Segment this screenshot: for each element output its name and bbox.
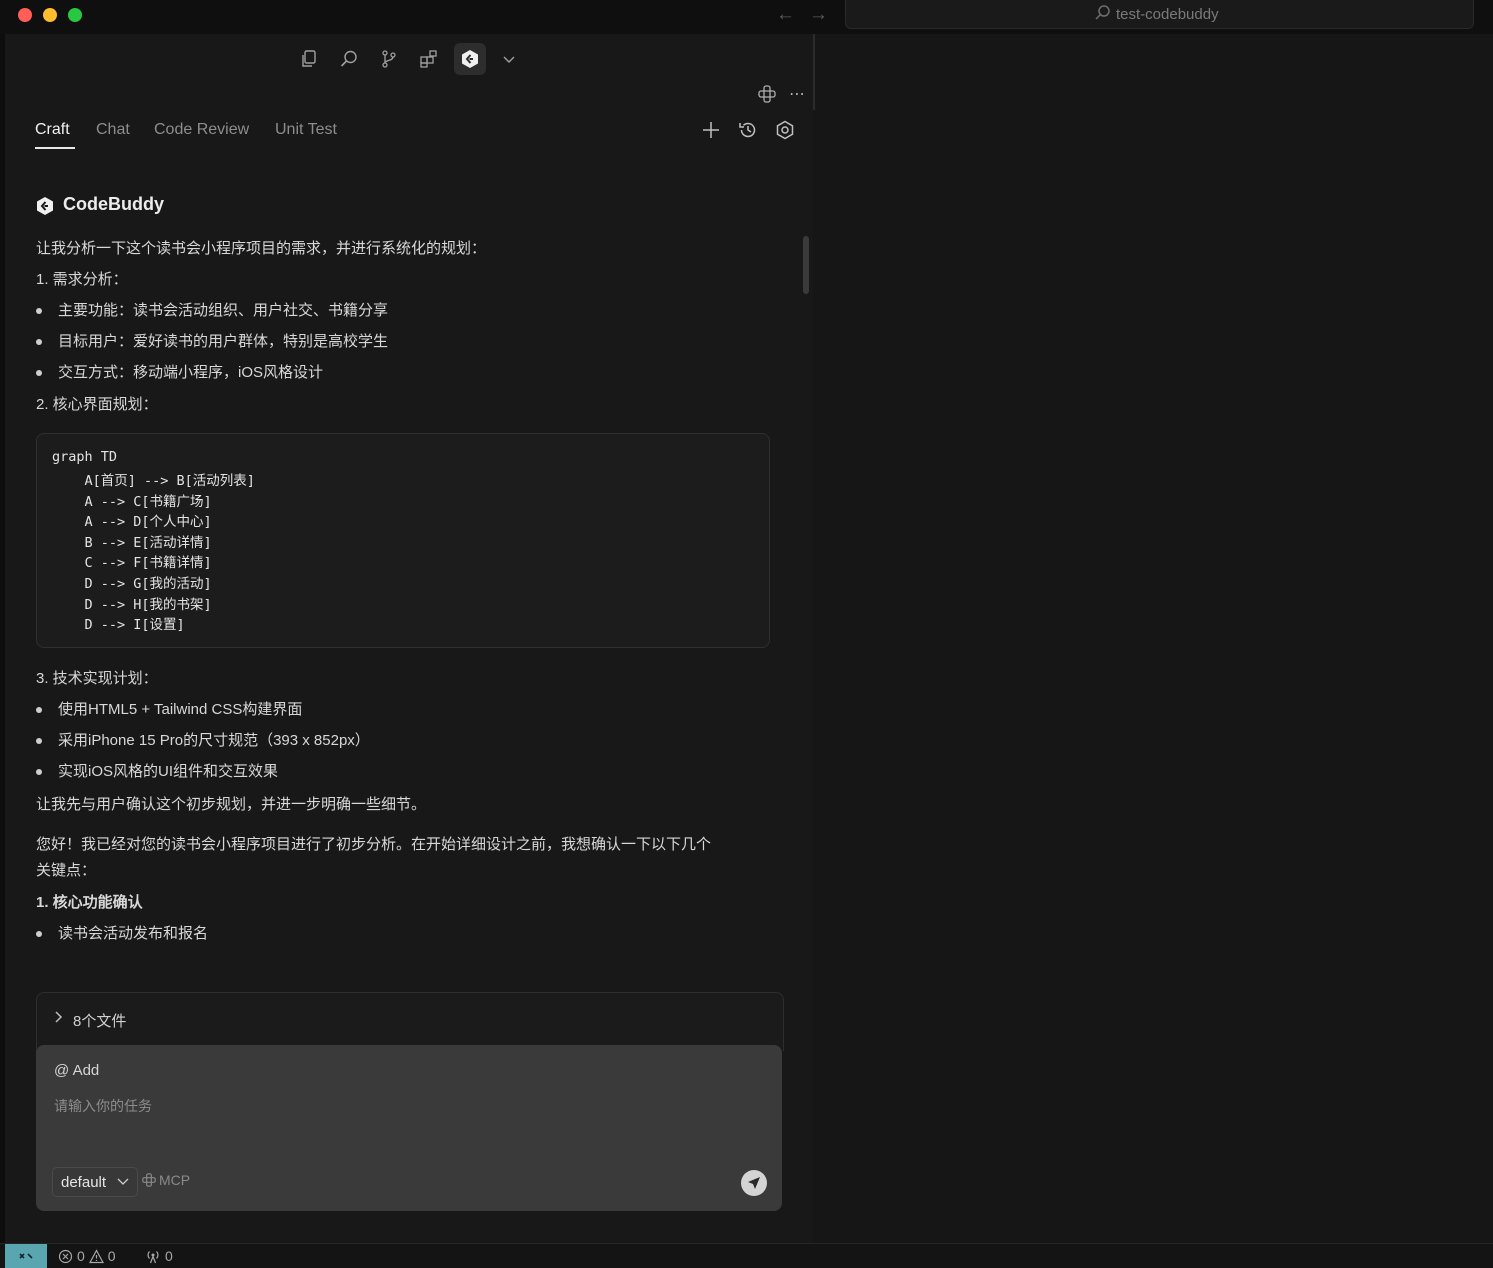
code-line: C --> F[书籍详情]: [52, 555, 212, 571]
section-heading: 1. 需求分析：: [36, 271, 128, 288]
close-window-button[interactable]: [18, 8, 32, 22]
back-arrow-icon[interactable]: ←: [776, 4, 795, 26]
bullet-dot: [36, 769, 42, 775]
ports-indicator[interactable]: 0: [145, 1248, 173, 1264]
mcp-plugin-icon: [142, 1173, 156, 1187]
problems-indicator[interactable]: 0 0: [58, 1248, 116, 1264]
status-bar: 0 0 0: [0, 1243, 1493, 1268]
mcp-plugin-icon[interactable]: [756, 84, 778, 104]
task-input-placeholder[interactable]: 请输入你的任务: [54, 1096, 152, 1116]
search-icon: [1095, 5, 1110, 20]
explorer-icon[interactable]: [294, 44, 324, 74]
extensions-icon[interactable]: [414, 44, 444, 74]
chevron-right-icon: [55, 1011, 63, 1023]
source-control-icon[interactable]: [374, 44, 404, 74]
bullet-dot: [36, 370, 42, 376]
more-options-icon[interactable]: ⋯: [787, 84, 807, 104]
active-tab-indicator: [35, 147, 75, 149]
code-line: B --> E[活动详情]: [52, 535, 212, 551]
chevron-down-icon: [117, 1178, 129, 1185]
warning-count: 0: [107, 1248, 116, 1264]
code-line: graph TD: [52, 449, 118, 465]
bullet-dot: [36, 738, 42, 744]
code-block[interactable]: graph TD A[首页] --> B[活动列表] A --> C[书籍广场]…: [36, 433, 770, 648]
code-line: D --> G[我的活动]: [52, 576, 212, 592]
chevron-down-icon[interactable]: [494, 44, 524, 74]
editor-area: [815, 34, 1493, 1243]
codebuddy-icon[interactable]: [454, 43, 486, 75]
settings-icon[interactable]: [774, 119, 796, 141]
intro-text: 让我分析一下这个读书会小程序项目的需求，并进行系统化的规划：: [36, 240, 487, 257]
scrollbar[interactable]: [803, 236, 809, 294]
code-line: A --> C[书籍广场]: [52, 494, 212, 510]
tab-code-review[interactable]: Code Review: [154, 121, 249, 139]
forward-arrow-icon[interactable]: →: [809, 4, 828, 26]
new-chat-icon[interactable]: [700, 119, 722, 141]
code-line: D --> I[设置]: [52, 617, 185, 633]
title-bar: ← → test-codebuddy: [0, 0, 1493, 34]
list-item: 读书会活动发布和报名: [58, 925, 209, 942]
codebuddy-logo-icon: [37, 197, 53, 215]
assistant-name: CodeBuddy: [63, 194, 164, 214]
error-count: 0: [77, 1248, 85, 1264]
search-icon[interactable]: [334, 44, 364, 74]
bullet-dot: [36, 308, 42, 314]
tab-chat[interactable]: Chat: [96, 121, 130, 139]
bullet-dot: [36, 339, 42, 345]
mcp-button[interactable]: MCP: [142, 1172, 190, 1188]
mode-select-value: default: [61, 1174, 107, 1191]
workspace-name: test-codebuddy: [1116, 6, 1219, 23]
add-context-button[interactable]: @ Add: [54, 1062, 99, 1079]
section-heading: 3. 技术实现计划：: [36, 670, 158, 687]
section-heading: 2. 核心界面规划：: [36, 396, 158, 413]
code-line: A --> D[个人中心]: [52, 514, 212, 530]
list-item: 交互方式：移动端小程序，iOS风格设计: [58, 364, 324, 381]
bullet-dot: [36, 707, 42, 713]
mode-select[interactable]: default: [52, 1167, 138, 1197]
greeting-text: 您好！我已经对您的读书会小程序项目进行了初步分析。在开始详细设计之前，我想确认一…: [36, 836, 712, 853]
command-center-search[interactable]: test-codebuddy: [845, 0, 1474, 29]
list-item: 使用HTML5 + Tailwind CSS构建界面: [58, 701, 303, 718]
list-item: 采用iPhone 15 Pro的尺寸规范（393 x 852px）: [58, 732, 370, 749]
confirm-text: 让我先与用户确认这个初步规划，并进一步明确一些细节。: [36, 796, 427, 813]
warning-icon: [88, 1248, 104, 1263]
greeting-text-continued: 关键点：: [36, 862, 97, 879]
maximize-window-button[interactable]: [68, 8, 82, 22]
task-input-box[interactable]: @ Add 请输入你的任务 default MCP: [36, 1045, 782, 1211]
bullet-dot: [36, 931, 42, 937]
broadcast-icon: [147, 1250, 159, 1263]
code-line: A[首页] --> B[活动列表]: [52, 473, 255, 489]
code-line: D --> H[我的书架]: [52, 597, 212, 613]
send-icon: [748, 1177, 760, 1189]
mcp-label: MCP: [159, 1172, 191, 1188]
section-heading: 1. 核心功能确认: [36, 894, 143, 911]
list-item: 实现iOS风格的UI组件和交互效果: [58, 763, 279, 780]
list-item: 主要功能：读书会活动组织、用户社交、书籍分享: [58, 302, 389, 319]
history-icon[interactable]: [737, 119, 759, 141]
tab-unit-test[interactable]: Unit Test: [275, 121, 337, 139]
send-button[interactable]: [741, 1170, 767, 1196]
list-item: 目标用户：爱好读书的用户群体，特别是高校学生: [58, 333, 389, 350]
minimize-window-button[interactable]: [43, 8, 57, 22]
tab-craft[interactable]: Craft: [35, 121, 70, 139]
remote-icon: [19, 1253, 33, 1259]
remote-indicator[interactable]: [5, 1244, 47, 1268]
files-count-label: 8个文件: [73, 1013, 127, 1030]
error-icon: [58, 1249, 73, 1263]
changed-files-bar[interactable]: 8个文件: [36, 992, 784, 1051]
ports-count: 0: [165, 1248, 173, 1264]
